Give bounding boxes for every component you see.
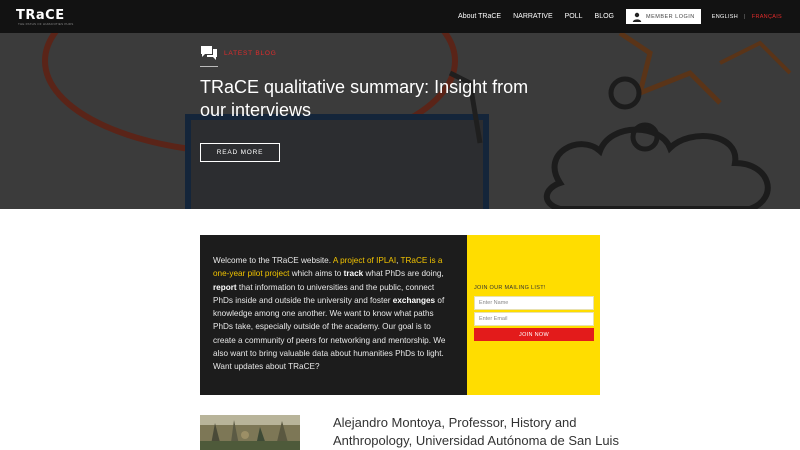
nav-narrative[interactable]: NARRATIVE <box>513 13 553 20</box>
site-logo[interactable]: TRaCE <box>16 8 65 23</box>
latest-blog-label: LATEST BLOG <box>224 49 277 57</box>
lang-english[interactable]: ENGLISH <box>712 14 738 20</box>
name-input[interactable] <box>474 296 594 310</box>
chat-bubbles-icon <box>201 46 217 60</box>
iplai-link[interactable]: A project of IPLAI <box>333 256 396 265</box>
hero-banner: LATEST BLOG TRaCE qualitative summary: I… <box>0 33 800 209</box>
welcome-text-3: which aims to <box>289 269 344 279</box>
welcome-text-1: Welcome to the TRaCE website. <box>213 256 333 265</box>
member-login-button[interactable]: MEMBER LOGIN <box>626 9 701 24</box>
hero-content: LATEST BLOG TRaCE qualitative summary: I… <box>200 45 620 162</box>
post-title[interactable]: Alejandro Montoya, Professor, History an… <box>333 414 633 450</box>
post-thumbnail[interactable] <box>200 415 300 450</box>
nav-links: About TRaCE NARRATIVE POLL BLOG MEMBER L… <box>452 0 785 33</box>
welcome-bold-track: track <box>343 269 364 279</box>
welcome-text-4: what PhDs are doing, <box>363 269 444 279</box>
lang-separator: | <box>744 13 746 20</box>
mailing-list-title: JOIN OUR MAILING LIST! <box>474 285 546 291</box>
read-more-button[interactable]: READ MORE <box>200 143 280 162</box>
nav-about[interactable]: About TRaCE <box>458 13 501 20</box>
lang-french[interactable]: FRANÇAIS <box>752 14 782 20</box>
nav-poll[interactable]: POLL <box>565 13 583 20</box>
logo-tagline: THE PATHS OF HUMANITIES PHDS <box>18 22 74 26</box>
join-now-button[interactable]: JOIN NOW <box>474 328 594 341</box>
user-icon <box>632 12 642 22</box>
welcome-text-6: of knowledge among one another. We want … <box>213 295 446 372</box>
hero-divider <box>200 66 218 67</box>
latest-blog-row: LATEST BLOG <box>200 45 620 61</box>
post-thumbnail-image <box>200 415 300 450</box>
welcome-bold-exchanges: exchanges <box>392 295 436 305</box>
member-login-label: MEMBER LOGIN <box>646 13 695 20</box>
welcome-bold-report: report <box>213 282 237 292</box>
welcome-panel: Welcome to the TRaCE website. A project … <box>200 235 467 395</box>
top-navbar: TRaCE THE PATHS OF HUMANITIES PHDS About… <box>0 0 800 33</box>
mailing-list-panel: JOIN OUR MAILING LIST! JOIN NOW <box>467 235 600 395</box>
email-input[interactable] <box>474 312 594 326</box>
hero-title[interactable]: TRaCE qualitative summary: Insight from … <box>200 76 550 122</box>
nav-blog[interactable]: BLOG <box>595 13 614 20</box>
